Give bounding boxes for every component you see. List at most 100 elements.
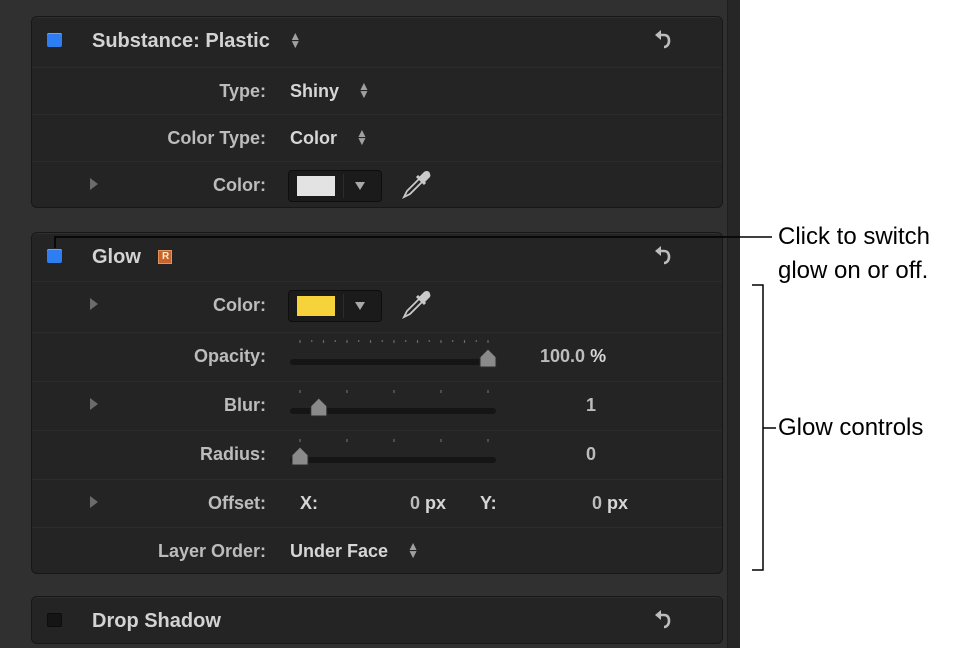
radius-slider[interactable] [288,437,498,469]
color-type-value: Color [290,128,337,148]
slider-tick [475,340,477,342]
slider-ticks [299,439,489,442]
reset-arrow-icon[interactable] [652,609,676,631]
slider-tick [381,340,383,342]
glow-title[interactable]: Glow [92,246,141,269]
slider-tick [322,340,325,343]
slider-tick [487,439,489,442]
controls-callout: Glow controls [778,414,924,441]
glow-layer-order-row: Layer Order: Under Face ▲ ▼ [32,527,722,574]
radius-value[interactable]: 0 [562,444,596,465]
substance-color-row: Color: [32,161,722,208]
offset-x-unit: px [424,493,446,513]
offset-y-field[interactable]: 0 px [572,493,628,514]
opacity-slider[interactable] [288,339,498,371]
slider-thumb[interactable] [310,397,328,417]
eyedropper-icon[interactable] [400,167,434,201]
substance-section: Substance: Plastic ▲ ▼ Type: Shiny ▲ ▼ Col… [31,16,723,208]
slider-ticks [299,340,489,343]
type-label: Type: [219,81,266,101]
slider-tick [334,340,336,342]
switch-callout-line2: glow on or off. [778,257,929,284]
glow-enable-checkbox[interactable] [47,249,62,263]
slider-track [290,457,496,463]
slider-tick [452,340,454,342]
dropdown-arrow-icon[interactable] [355,182,365,190]
slider-thumb[interactable] [479,348,497,368]
blur-label: Blur: [224,395,266,415]
offset-x-value: 0 [409,493,420,513]
slider-ticks [299,390,489,393]
slider-tick [463,340,466,343]
substance-title[interactable]: Substance: Plastic ▲ ▼ [92,30,301,53]
blur-value[interactable]: 1 [562,395,596,416]
slider-tick [440,340,442,343]
slider-tick [393,340,395,343]
type-value: Shiny [290,81,340,101]
reset-arrow-icon[interactable] [652,245,676,267]
slider-tick [440,390,442,393]
inspector-panel: Substance: Plastic ▲ ▼ Type: Shiny ▲ ▼ Col… [0,0,740,648]
slider-thumb[interactable] [291,446,309,466]
slider-tick [440,439,442,442]
substance-enable-checkbox[interactable] [47,33,62,47]
slider-tick [299,390,301,393]
slider-tick [369,340,372,343]
glow-section: Glow R Color: Opacity: 100.0 % Blur: 1 R… [31,232,723,574]
offset-y-label: Y: [480,493,497,513]
opacity-value[interactable]: 100.0 % [512,346,670,367]
substance-type-row: Type: Shiny ▲ ▼ [32,67,722,114]
glow-offset-row: Offset: X: 0 px Y: 0 px [32,479,722,526]
layer-order-popup[interactable]: Under Face ▲ ▼ [290,539,419,562]
glow-color-swatch[interactable] [297,296,335,316]
color-type-popup[interactable]: Color ▲ ▼ [290,126,368,149]
rig-badge-letter: R [162,251,170,262]
slider-tick [393,439,395,442]
blur-slider[interactable] [288,388,498,420]
substance-header: Substance: Plastic ▲ ▼ [32,17,722,63]
updown-arrows-icon: ▲ ▼ [289,28,302,51]
layer-order-value: Under Face [290,541,389,561]
offset-y-value: 0 [591,493,602,513]
substance-color-label: Color: [213,175,266,195]
opacity-unit: % [590,346,607,366]
glow-color-label: Color: [213,295,266,315]
offset-y-unit: px [606,493,628,513]
switch-callout-line1: Click to switch [778,223,931,250]
eyedropper-icon[interactable] [400,287,434,321]
slider-tick [487,340,489,343]
updown-arrows-icon: ▲ ▼ [407,539,419,562]
disclosure-triangle-icon[interactable] [90,178,98,190]
drop-shadow-enable-checkbox[interactable] [47,613,62,627]
disclosure-triangle-icon[interactable] [90,496,98,508]
slider-tick [428,340,430,342]
slider-tick [299,340,301,343]
substance-color-type-row: Color Type: Color ▲ ▼ [32,114,722,161]
layer-order-label: Layer Order: [157,541,266,561]
disclosure-triangle-icon[interactable] [90,398,98,410]
dropdown-arrow-icon[interactable] [355,302,365,310]
reset-arrow-icon[interactable] [652,29,676,51]
disclosure-triangle-icon[interactable] [90,298,98,310]
updown-arrows-icon: ▲ ▼ [358,79,370,102]
glow-color-well[interactable] [288,290,382,322]
drop-shadow-title[interactable]: Drop Shadow [92,610,221,633]
color-type-label: Color Type: [167,128,266,148]
slider-tick [487,390,489,393]
radius-label: Radius: [199,444,266,464]
drop-shadow-section: Drop Shadow [31,596,723,644]
substance-title-value: Plastic [205,30,270,52]
offset-x-label: X: [300,493,318,513]
substance-color-well[interactable] [288,170,382,202]
drop-shadow-header: Drop Shadow [32,597,722,643]
type-popup[interactable]: Shiny ▲ ▼ [290,79,370,102]
glow-color-row: Color: [32,281,722,328]
slider-tick [346,340,348,343]
opacity-label: Opacity: [193,346,266,366]
scrollbar[interactable] [727,0,740,648]
substance-color-swatch[interactable] [297,176,335,196]
updown-arrows-icon: ▲ ▼ [356,126,368,149]
color-well-divider [343,174,344,198]
offset-x-field[interactable]: 0 px [392,493,446,514]
slider-tick [358,340,360,342]
